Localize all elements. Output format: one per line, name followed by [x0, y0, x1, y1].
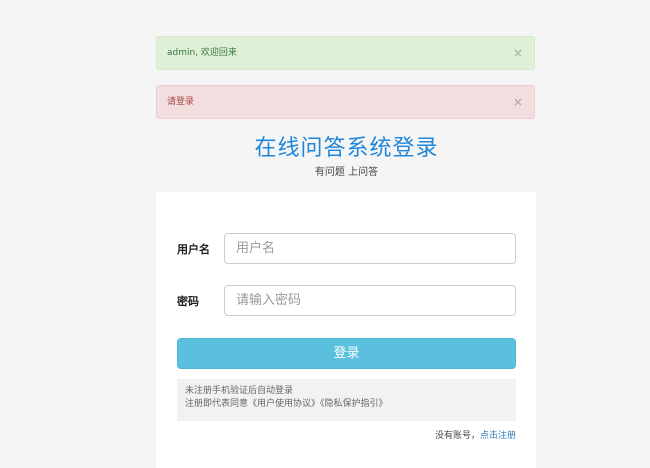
- danger-alert-text: 请登录: [167, 97, 195, 107]
- page-subtitle: 有问题 上问答: [314, 167, 379, 178]
- close-icon[interactable]: ×: [513, 86, 523, 118]
- register-link[interactable]: 点击注册: [480, 431, 516, 441]
- username-input[interactable]: [224, 233, 516, 264]
- register-prefix: 没有账号，: [434, 431, 480, 441]
- danger-alert: 请登录 ×: [156, 85, 535, 119]
- terms-notice: 未注册手机验证后自动登录 注册即代表同意《用户使用协议》《隐私保护指引》: [177, 379, 516, 421]
- notice-line-1: 未注册手机验证后自动登录: [185, 386, 294, 396]
- register-prompt: 没有账号，点击注册: [435, 428, 516, 441]
- username-label: 用户名: [177, 243, 210, 256]
- login-button[interactable]: 登录: [177, 338, 516, 369]
- page-title: 在线问答系统登录: [254, 136, 439, 161]
- login-card: 用户名 密码 登录 未注册手机验证后自动登录 注册即代表同意《用户使用协议》《隐…: [156, 192, 536, 468]
- password-label: 密码: [177, 295, 199, 308]
- success-alert-text: admin, 欢迎回来: [167, 48, 237, 58]
- success-alert: admin, 欢迎回来 ×: [156, 36, 535, 70]
- close-icon[interactable]: ×: [513, 37, 523, 69]
- password-input[interactable]: [224, 285, 516, 316]
- notice-line-2: 注册即代表同意《用户使用协议》《隐私保护指引》: [185, 399, 388, 409]
